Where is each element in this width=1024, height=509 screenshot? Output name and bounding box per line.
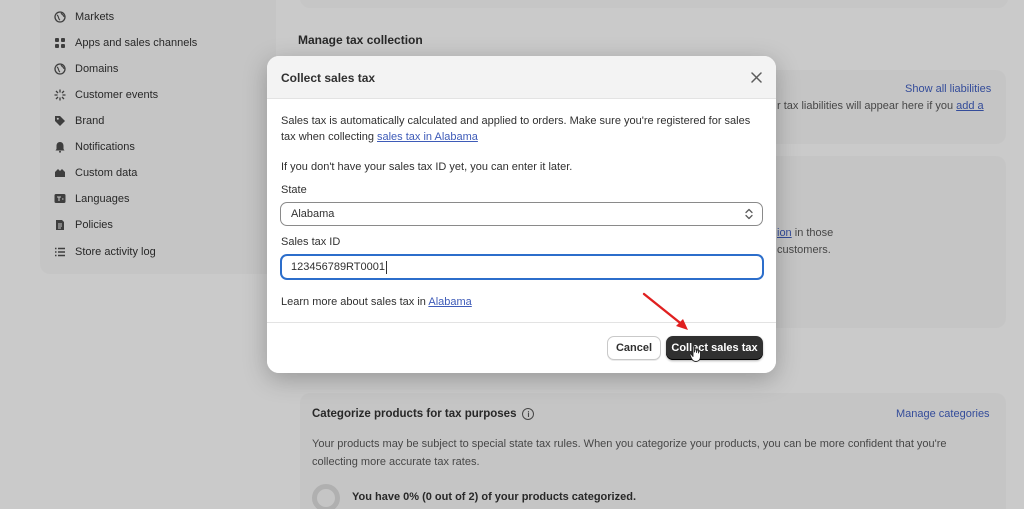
- sales-tax-id-input[interactable]: 123456789RT0001: [280, 254, 764, 280]
- sales-tax-id-value: 123456789RT0001: [291, 261, 385, 273]
- intro-text: Sales tax is automatically calculated an…: [281, 115, 751, 143]
- state-select-value: Alabama: [291, 208, 335, 220]
- close-icon: [750, 71, 762, 83]
- intro-paragraph: Sales tax is automatically calculated an…: [281, 113, 762, 145]
- modal-body: Sales tax is automatically calculated an…: [281, 113, 762, 175]
- close-button[interactable]: [748, 69, 764, 85]
- modal-title: Collect sales tax: [281, 71, 376, 85]
- select-chevron-icon: [745, 208, 753, 220]
- hand-cursor-icon: [689, 345, 701, 362]
- collect-sales-tax-modal: Collect sales tax Sales tax is automatic…: [267, 56, 776, 373]
- collect-sales-tax-button[interactable]: Collect sales tax: [666, 336, 763, 360]
- state-select[interactable]: Alabama: [280, 202, 763, 226]
- note-text: If you don't have your sales tax ID yet,…: [281, 161, 573, 173]
- sales-tax-alabama-link[interactable]: sales tax in Alabama: [377, 131, 478, 143]
- cancel-button[interactable]: Cancel: [607, 336, 661, 360]
- modal-header: Collect sales tax: [267, 56, 776, 99]
- learn-more-text: Learn more about sales tax in: [281, 296, 429, 308]
- sales-tax-id-label: Sales tax ID: [281, 236, 341, 248]
- learn-more-paragraph: Learn more about sales tax in Alabama: [281, 294, 472, 310]
- text-caret: [386, 260, 387, 274]
- annotation-arrow-icon: [642, 292, 688, 330]
- alabama-link[interactable]: Alabama: [428, 296, 471, 308]
- state-label: State: [281, 184, 307, 196]
